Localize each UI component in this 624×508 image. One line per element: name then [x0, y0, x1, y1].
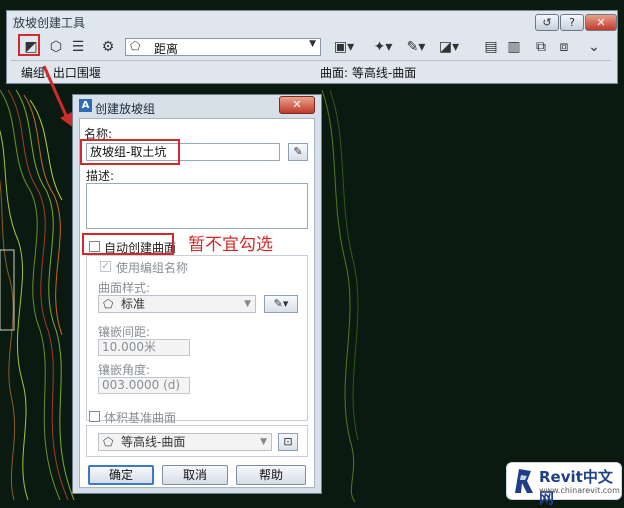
grading-properties-icon[interactable]: ⧈ [555, 38, 573, 56]
tessellation-angle-input[interactable]: 003.0000 (d) [98, 377, 190, 394]
status-surface: 曲面: 等高线-曲面 [320, 66, 417, 80]
layer-icon[interactable]: ☰ [69, 38, 87, 56]
toolbar-close-button[interactable]: ✕ [585, 14, 617, 31]
create-grading-icon[interactable]: ✦▾ [369, 38, 397, 56]
volume-base-surface-checkbox[interactable] [89, 411, 100, 422]
surface-style-edit-button[interactable]: ✎▾ [264, 295, 298, 313]
criteria-icon: ⬠ [130, 39, 141, 53]
tessellation-spacing-input[interactable]: 10.000米 [98, 339, 190, 356]
toolbar-divider [11, 60, 611, 61]
tessellation-angle-label: 镶嵌角度: [98, 363, 151, 377]
close-icon: ✕ [596, 16, 606, 29]
dialog-body: 名称: 放坡组-取土坑 ✎ 描述: 自动创建曲面 ✓ 使用编组名称 曲面样式: … [79, 118, 315, 488]
name-field-highlight [80, 139, 180, 165]
ok-button[interactable]: 确定 [88, 465, 154, 485]
pick-surface-button[interactable]: ⊡ [278, 433, 298, 451]
edit-grading-icon[interactable]: ✎▾ [402, 38, 430, 56]
grading-criteria-select[interactable]: ⬠ 距离 ▼ [125, 38, 321, 56]
edit-criteria-icon[interactable]: ▣▾ [329, 38, 359, 56]
target-surface-icon[interactable]: ⬡ [47, 38, 65, 56]
surface-style-icon: ⬠ [103, 297, 114, 311]
surface-style-select[interactable]: ⬠ 标准 ▼ [98, 295, 256, 313]
name-template-button[interactable]: ✎ [288, 143, 308, 161]
chevron-down-icon: ▼ [260, 437, 267, 447]
dialog-title: 创建放坡组 [95, 102, 156, 116]
use-group-name-label: 使用编组名称 [116, 261, 189, 275]
grading-editor-icon[interactable]: ▤ [482, 38, 500, 56]
close-icon: ✕ [292, 98, 302, 111]
grading-creation-toolbar: 放坡创建工具 ↺ ? ✕ ◩ ⬡ ☰ ⚙ ⬠ 距离 ▼ ▣▾ ✦▾ ✎▾ ◪▾ … [6, 10, 618, 84]
brand-url: www.chinarevit.com [539, 486, 620, 495]
volume-base-surface-label: 体积基准曲面 [104, 411, 177, 425]
pick-from-drawing-icon: ⊡ [283, 435, 293, 448]
surface-icon: ⬠ [103, 435, 114, 449]
cancel-button[interactable]: 取消 [162, 465, 228, 485]
annotation-text: 暂不宜勾选 [188, 235, 273, 255]
edit-style-icon: ✎▾ [273, 297, 289, 310]
surface-style-label: 曲面样式: [98, 281, 151, 295]
create-grading-group-dialog: A 创建放坡组 ✕ 名称: 放坡组-取土坑 ✎ 描述: 自动创建曲面 ✓ 使用编… [72, 94, 322, 494]
toolbar-title: 放坡创建工具 [13, 16, 86, 30]
grading-criteria-value: 距离 [154, 42, 179, 56]
chevron-down-icon: ▼ [244, 299, 251, 309]
chevron-down-icon: ▼ [309, 39, 316, 49]
volume-surface-select[interactable]: ⬠ 等高线-曲面 ▼ [98, 433, 272, 451]
use-group-name-checkbox[interactable]: ✓ [100, 261, 111, 272]
toolbar-help-button[interactable]: ? [560, 14, 584, 31]
elevation-editor-icon[interactable]: ▥ [505, 38, 523, 56]
pin-icon: ↺ [542, 16, 552, 29]
expand-toolbar-icon[interactable]: ⌄ [585, 38, 603, 56]
delete-grading-icon[interactable]: ◪▾ [435, 38, 463, 56]
auto-surface-highlight [82, 233, 174, 255]
volume-surface-value: 等高线-曲面 [121, 435, 186, 449]
autodesk-logo-icon: A [79, 99, 92, 112]
revit-chinese-net-logo: Revit中文网 www.chinarevit.com [506, 462, 622, 507]
edit-name-icon: ✎ [293, 145, 303, 158]
toolbar-icon-highlight [18, 34, 40, 56]
help-icon: ? [569, 16, 575, 29]
description-label: 描述: [86, 169, 115, 183]
surface-style-value: 标准 [121, 297, 146, 311]
tessellation-spacing-label: 镶嵌间距: [98, 325, 151, 339]
help-button[interactable]: 帮助 [236, 465, 306, 485]
description-textarea[interactable] [86, 183, 308, 229]
tessellation-angle-value: 003.0000 (d) [102, 378, 181, 392]
criteria-set-icon[interactable]: ⚙ [99, 38, 117, 56]
revit-logo-icon [515, 469, 533, 493]
toolbar-pin-button[interactable]: ↺ [535, 14, 559, 31]
tessellation-spacing-value: 10.000米 [102, 340, 156, 354]
dialog-close-button[interactable]: ✕ [279, 96, 315, 114]
volume-tools-icon[interactable]: ⧉ [532, 38, 550, 56]
